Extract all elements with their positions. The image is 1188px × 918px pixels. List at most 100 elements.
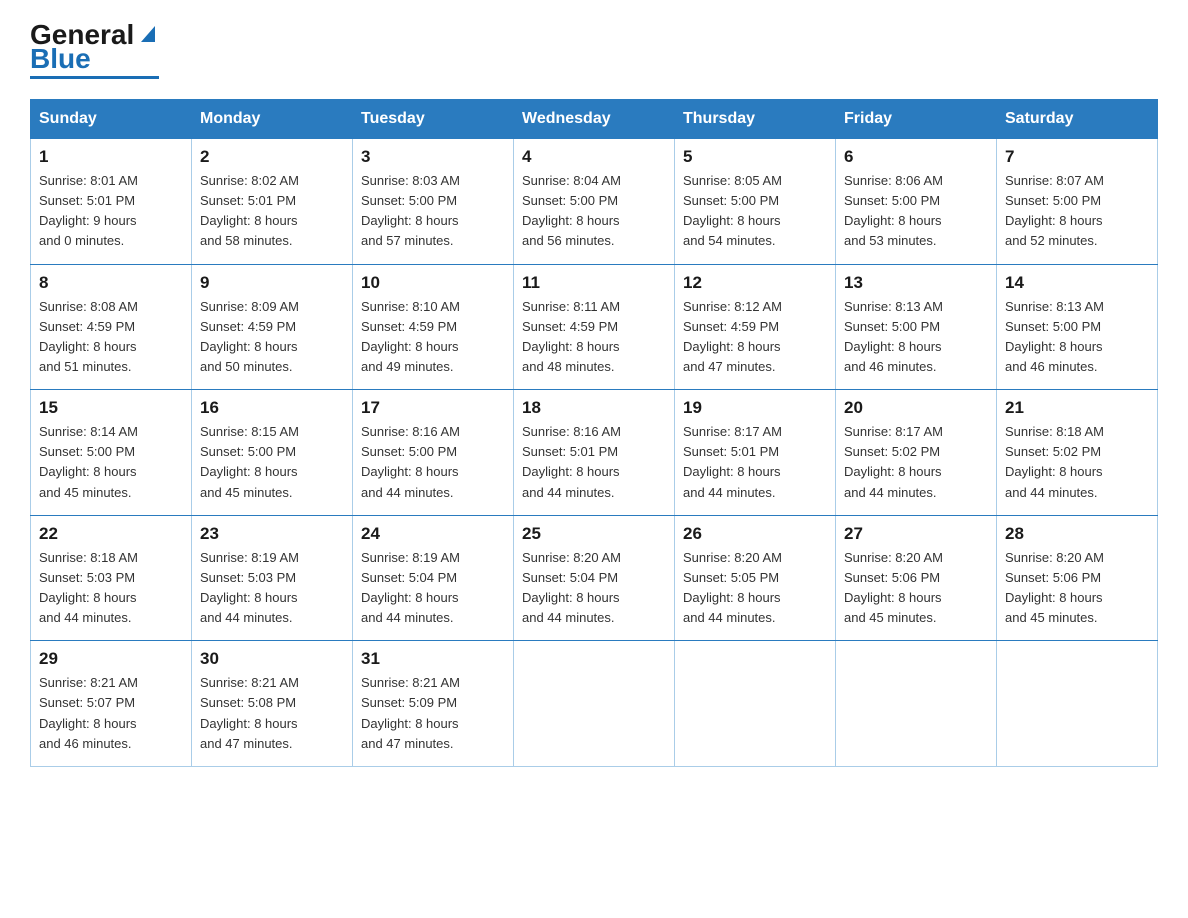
day-info: Sunrise: 8:20 AMSunset: 5:06 PMDaylight:… (1005, 548, 1149, 629)
calendar-table: SundayMondayTuesdayWednesdayThursdayFrid… (30, 99, 1158, 767)
day-cell: 23 Sunrise: 8:19 AMSunset: 5:03 PMDaylig… (192, 515, 353, 641)
day-cell: 7 Sunrise: 8:07 AMSunset: 5:00 PMDayligh… (997, 139, 1158, 265)
page-header: General Blue (30, 20, 1158, 79)
day-info: Sunrise: 8:14 AMSunset: 5:00 PMDaylight:… (39, 422, 183, 503)
day-number: 20 (844, 398, 988, 418)
col-header-friday: Friday (836, 100, 997, 139)
day-cell (836, 641, 997, 767)
logo-underline (30, 76, 159, 79)
day-number: 4 (522, 147, 666, 167)
day-info: Sunrise: 8:17 AMSunset: 5:01 PMDaylight:… (683, 422, 827, 503)
day-number: 24 (361, 524, 505, 544)
day-cell: 6 Sunrise: 8:06 AMSunset: 5:00 PMDayligh… (836, 139, 997, 265)
day-info: Sunrise: 8:12 AMSunset: 4:59 PMDaylight:… (683, 297, 827, 378)
day-cell: 2 Sunrise: 8:02 AMSunset: 5:01 PMDayligh… (192, 139, 353, 265)
day-cell: 4 Sunrise: 8:04 AMSunset: 5:00 PMDayligh… (514, 139, 675, 265)
day-info: Sunrise: 8:13 AMSunset: 5:00 PMDaylight:… (1005, 297, 1149, 378)
day-info: Sunrise: 8:18 AMSunset: 5:03 PMDaylight:… (39, 548, 183, 629)
day-info: Sunrise: 8:19 AMSunset: 5:03 PMDaylight:… (200, 548, 344, 629)
logo-triangle-icon (137, 22, 159, 44)
day-number: 17 (361, 398, 505, 418)
day-cell: 28 Sunrise: 8:20 AMSunset: 5:06 PMDaylig… (997, 515, 1158, 641)
day-info: Sunrise: 8:20 AMSunset: 5:04 PMDaylight:… (522, 548, 666, 629)
day-cell: 16 Sunrise: 8:15 AMSunset: 5:00 PMDaylig… (192, 390, 353, 516)
day-number: 13 (844, 273, 988, 293)
day-cell: 10 Sunrise: 8:10 AMSunset: 4:59 PMDaylig… (353, 264, 514, 390)
day-cell: 9 Sunrise: 8:09 AMSunset: 4:59 PMDayligh… (192, 264, 353, 390)
day-info: Sunrise: 8:03 AMSunset: 5:00 PMDaylight:… (361, 171, 505, 252)
day-number: 16 (200, 398, 344, 418)
day-info: Sunrise: 8:05 AMSunset: 5:00 PMDaylight:… (683, 171, 827, 252)
day-cell (997, 641, 1158, 767)
day-info: Sunrise: 8:13 AMSunset: 5:00 PMDaylight:… (844, 297, 988, 378)
day-cell: 13 Sunrise: 8:13 AMSunset: 5:00 PMDaylig… (836, 264, 997, 390)
col-header-tuesday: Tuesday (353, 100, 514, 139)
day-info: Sunrise: 8:08 AMSunset: 4:59 PMDaylight:… (39, 297, 183, 378)
day-number: 1 (39, 147, 183, 167)
day-info: Sunrise: 8:21 AMSunset: 5:07 PMDaylight:… (39, 673, 183, 754)
day-cell: 5 Sunrise: 8:05 AMSunset: 5:00 PMDayligh… (675, 139, 836, 265)
day-info: Sunrise: 8:16 AMSunset: 5:00 PMDaylight:… (361, 422, 505, 503)
day-info: Sunrise: 8:18 AMSunset: 5:02 PMDaylight:… (1005, 422, 1149, 503)
logo: General Blue (30, 20, 159, 79)
day-number: 30 (200, 649, 344, 669)
day-number: 25 (522, 524, 666, 544)
day-number: 15 (39, 398, 183, 418)
day-number: 19 (683, 398, 827, 418)
day-info: Sunrise: 8:10 AMSunset: 4:59 PMDaylight:… (361, 297, 505, 378)
day-number: 12 (683, 273, 827, 293)
day-info: Sunrise: 8:15 AMSunset: 5:00 PMDaylight:… (200, 422, 344, 503)
day-cell: 26 Sunrise: 8:20 AMSunset: 5:05 PMDaylig… (675, 515, 836, 641)
col-header-thursday: Thursday (675, 100, 836, 139)
day-number: 31 (361, 649, 505, 669)
day-info: Sunrise: 8:06 AMSunset: 5:00 PMDaylight:… (844, 171, 988, 252)
col-header-wednesday: Wednesday (514, 100, 675, 139)
col-header-monday: Monday (192, 100, 353, 139)
day-number: 26 (683, 524, 827, 544)
day-info: Sunrise: 8:02 AMSunset: 5:01 PMDaylight:… (200, 171, 344, 252)
day-number: 27 (844, 524, 988, 544)
day-cell (675, 641, 836, 767)
day-info: Sunrise: 8:01 AMSunset: 5:01 PMDaylight:… (39, 171, 183, 252)
day-number: 23 (200, 524, 344, 544)
day-number: 18 (522, 398, 666, 418)
day-info: Sunrise: 8:09 AMSunset: 4:59 PMDaylight:… (200, 297, 344, 378)
day-number: 22 (39, 524, 183, 544)
day-cell: 24 Sunrise: 8:19 AMSunset: 5:04 PMDaylig… (353, 515, 514, 641)
day-cell: 11 Sunrise: 8:11 AMSunset: 4:59 PMDaylig… (514, 264, 675, 390)
day-cell: 14 Sunrise: 8:13 AMSunset: 5:00 PMDaylig… (997, 264, 1158, 390)
col-header-sunday: Sunday (31, 100, 192, 139)
day-info: Sunrise: 8:20 AMSunset: 5:05 PMDaylight:… (683, 548, 827, 629)
day-info: Sunrise: 8:11 AMSunset: 4:59 PMDaylight:… (522, 297, 666, 378)
day-number: 7 (1005, 147, 1149, 167)
day-cell: 31 Sunrise: 8:21 AMSunset: 5:09 PMDaylig… (353, 641, 514, 767)
day-cell: 15 Sunrise: 8:14 AMSunset: 5:00 PMDaylig… (31, 390, 192, 516)
calendar-header-row: SundayMondayTuesdayWednesdayThursdayFrid… (31, 100, 1158, 139)
day-info: Sunrise: 8:21 AMSunset: 5:09 PMDaylight:… (361, 673, 505, 754)
day-number: 29 (39, 649, 183, 669)
week-row-5: 29 Sunrise: 8:21 AMSunset: 5:07 PMDaylig… (31, 641, 1158, 767)
day-number: 8 (39, 273, 183, 293)
day-info: Sunrise: 8:16 AMSunset: 5:01 PMDaylight:… (522, 422, 666, 503)
day-number: 5 (683, 147, 827, 167)
day-cell: 19 Sunrise: 8:17 AMSunset: 5:01 PMDaylig… (675, 390, 836, 516)
day-number: 11 (522, 273, 666, 293)
day-number: 2 (200, 147, 344, 167)
day-info: Sunrise: 8:04 AMSunset: 5:00 PMDaylight:… (522, 171, 666, 252)
day-info: Sunrise: 8:17 AMSunset: 5:02 PMDaylight:… (844, 422, 988, 503)
day-cell: 18 Sunrise: 8:16 AMSunset: 5:01 PMDaylig… (514, 390, 675, 516)
col-header-saturday: Saturday (997, 100, 1158, 139)
day-cell: 25 Sunrise: 8:20 AMSunset: 5:04 PMDaylig… (514, 515, 675, 641)
day-cell: 20 Sunrise: 8:17 AMSunset: 5:02 PMDaylig… (836, 390, 997, 516)
week-row-2: 8 Sunrise: 8:08 AMSunset: 4:59 PMDayligh… (31, 264, 1158, 390)
day-cell: 21 Sunrise: 8:18 AMSunset: 5:02 PMDaylig… (997, 390, 1158, 516)
day-cell: 27 Sunrise: 8:20 AMSunset: 5:06 PMDaylig… (836, 515, 997, 641)
day-info: Sunrise: 8:20 AMSunset: 5:06 PMDaylight:… (844, 548, 988, 629)
day-cell: 8 Sunrise: 8:08 AMSunset: 4:59 PMDayligh… (31, 264, 192, 390)
day-cell: 17 Sunrise: 8:16 AMSunset: 5:00 PMDaylig… (353, 390, 514, 516)
day-info: Sunrise: 8:19 AMSunset: 5:04 PMDaylight:… (361, 548, 505, 629)
day-number: 10 (361, 273, 505, 293)
week-row-4: 22 Sunrise: 8:18 AMSunset: 5:03 PMDaylig… (31, 515, 1158, 641)
day-number: 14 (1005, 273, 1149, 293)
day-cell: 30 Sunrise: 8:21 AMSunset: 5:08 PMDaylig… (192, 641, 353, 767)
